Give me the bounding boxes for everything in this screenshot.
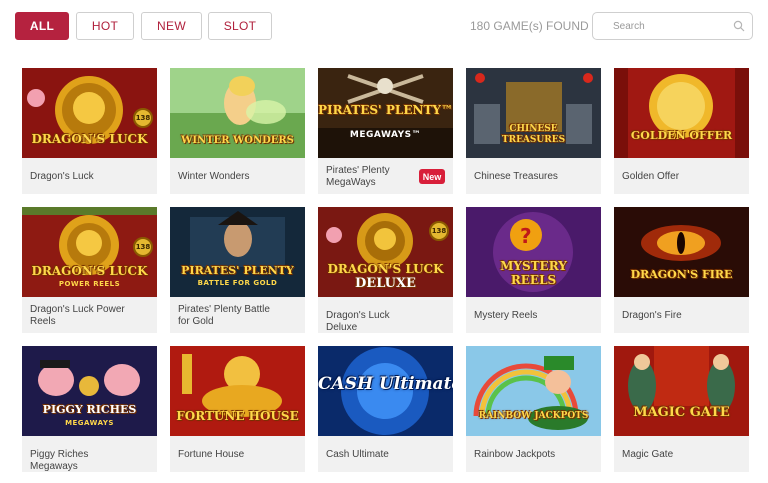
art-badge: 138 <box>133 108 153 128</box>
game-art-subtitle: BATTLE FOR GOLD <box>197 279 278 287</box>
game-art-title: DRAGON'S LUCK <box>31 264 148 278</box>
art-badge: 138 <box>429 221 449 241</box>
game-name: Rainbow Jackpots <box>474 449 556 460</box>
game-name: Dragon's Fire <box>622 310 682 321</box>
game-name: Cash Ultimate <box>326 449 389 460</box>
game-art-title: CHINESE TREASURES <box>501 124 566 145</box>
game-thumbnail[interactable]: CASH Ultimate <box>318 346 453 436</box>
game-art-title: GOLDEN OFFER <box>630 129 733 142</box>
game-thumbnail[interactable]: PIRATES' PLENTY BATTLE FOR GOLD <box>170 207 305 297</box>
game-art-title: FORTUNE HOUSE <box>176 409 299 423</box>
game-art-title: MYSTERY REELS <box>500 259 567 287</box>
game-card-pirates-plenty-megaways[interactable]: PIRATES' PLENTY™ MEGAWAYS™ Pirates' Plen… <box>318 68 453 194</box>
game-card-dragons-luck-power-reels[interactable]: DRAGON'S LUCK POWER REELS 138 Dragon's L… <box>22 207 157 333</box>
game-art-subtitle: POWER REELS <box>58 280 121 288</box>
filter-slot-button[interactable]: SLOT <box>208 12 272 40</box>
game-card-rainbow-jackpots[interactable]: RAINBOW JACKPOTS Rainbow Jackpots <box>466 346 601 472</box>
svg-text:?: ? <box>520 224 532 248</box>
game-card-dragons-fire[interactable]: DRAGON'S FIRE Dragon's Fire <box>614 207 749 333</box>
game-thumbnail[interactable]: GOLDEN OFFER <box>614 68 749 158</box>
game-art-title: DRAGON'S FIRE <box>630 268 733 281</box>
game-card-fortune-house[interactable]: FORTUNE HOUSE Fortune House <box>170 346 305 472</box>
game-art-title: DRAGON'S LUCK <box>327 262 444 276</box>
game-name: Mystery Reels <box>474 310 538 321</box>
games-found-count: 180 GAME(s) FOUND <box>470 19 589 33</box>
game-card-winter-wonders[interactable]: WINTER WONDERS Winter Wonders <box>170 68 305 194</box>
game-name: Winter Wonders <box>178 171 250 182</box>
game-art-title: PIRATES' PLENTY <box>181 264 294 277</box>
game-name: Pirates' Plenty MegaWays <box>326 165 390 188</box>
game-thumbnail[interactable]: PIGGY RICHES MEGAWAYS <box>22 346 157 436</box>
game-name: Dragon's Luck <box>30 171 94 182</box>
game-art-subtitle: MEGAWAYS™ <box>349 130 422 140</box>
game-art-title: CASH Ultimate <box>318 374 453 394</box>
filter-toolbar: ALL HOT NEW SLOT 180 GAME(s) FOUND Searc… <box>0 0 768 52</box>
game-art-title: PIRATES' PLENTY™ <box>318 103 453 117</box>
game-art-subtitle: MEGAWAYS <box>65 419 114 427</box>
game-card-mystery-reels[interactable]: ? MYSTERY REELS Mystery Reels <box>466 207 601 333</box>
game-art-title: WINTER WONDERS <box>181 135 294 146</box>
game-card-chinese-treasures[interactable]: CHINESE TREASURES Chinese Treasures <box>466 68 601 194</box>
game-art-title: MAGIC GATE <box>633 405 730 420</box>
game-thumbnail[interactable]: DRAGON'S LUCK POWER REELS 138 <box>22 207 157 297</box>
game-card-cash-ultimate[interactable]: CASH Ultimate Cash Ultimate <box>318 346 453 472</box>
search-placeholder: Search <box>613 21 645 32</box>
game-name: Dragon's Luck Power Reels <box>30 304 125 327</box>
game-card-pirates-plenty-battle-for-gold[interactable]: PIRATES' PLENTY BATTLE FOR GOLD Pirates'… <box>170 207 305 333</box>
game-name: Pirates' Plenty Battle for Gold <box>178 304 270 327</box>
game-thumbnail[interactable]: DRAGON'S LUCK 138 <box>22 68 157 158</box>
game-art-title: DRAGON'S LUCK <box>31 132 148 146</box>
game-thumbnail[interactable]: ? MYSTERY REELS <box>466 207 601 297</box>
art-badge: 138 <box>133 237 153 257</box>
filter-all-button[interactable]: ALL <box>15 12 69 40</box>
filter-new-button[interactable]: NEW <box>141 12 202 40</box>
game-thumbnail[interactable]: WINTER WONDERS <box>170 68 305 158</box>
game-card-dragons-luck[interactable]: DRAGON'S LUCK 138 Dragon's Luck <box>22 68 157 194</box>
game-card-piggy-riches-megaways[interactable]: PIGGY RICHES MEGAWAYS Piggy Riches Megaw… <box>22 346 157 472</box>
game-art-title: RAINBOW JACKPOTS <box>478 411 589 421</box>
new-badge: New <box>419 169 445 184</box>
game-art-subtitle: DELUXE <box>355 276 416 291</box>
filter-hot-button[interactable]: HOT <box>76 12 134 40</box>
game-card-golden-offer[interactable]: GOLDEN OFFER Golden Offer <box>614 68 749 194</box>
game-art-title: PIGGY RICHES <box>42 403 137 416</box>
game-thumbnail[interactable]: DRAGON'S LUCK DELUXE 138 <box>318 207 453 297</box>
game-thumbnail[interactable]: PIRATES' PLENTY™ MEGAWAYS™ <box>318 68 453 158</box>
game-name: Fortune House <box>178 449 245 460</box>
game-name: Golden Offer <box>622 171 680 182</box>
game-name: Chinese Treasures <box>474 171 558 182</box>
game-card-magic-gate[interactable]: MAGIC GATE Magic Gate <box>614 346 749 472</box>
game-thumbnail[interactable]: DRAGON'S FIRE <box>614 207 749 297</box>
game-name: Piggy Riches Megaways <box>30 449 89 472</box>
search-input[interactable]: Search <box>592 12 753 40</box>
game-thumbnail[interactable]: RAINBOW JACKPOTS <box>466 346 601 436</box>
game-thumbnail[interactable]: FORTUNE HOUSE <box>170 346 305 436</box>
game-card-dragons-luck-deluxe[interactable]: DRAGON'S LUCK DELUXE 138 Dragon's Luck D… <box>318 207 453 333</box>
game-thumbnail[interactable]: CHINESE TREASURES <box>466 68 601 158</box>
game-name: Dragon's Luck Deluxe <box>326 310 390 333</box>
search-icon <box>733 20 745 32</box>
game-thumbnail[interactable]: MAGIC GATE <box>614 346 749 436</box>
game-name: Magic Gate <box>622 449 674 460</box>
